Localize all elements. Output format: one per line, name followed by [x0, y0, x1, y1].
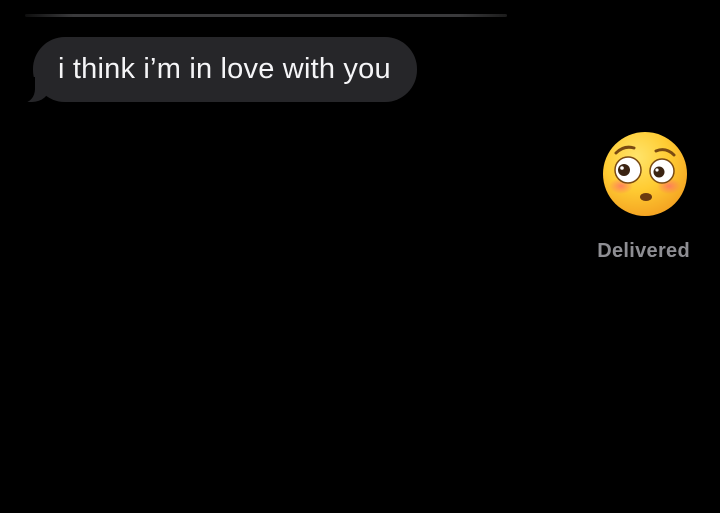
received-message-bubble[interactable]: i think i’m in love with you [19, 37, 417, 103]
top-divider [25, 14, 507, 17]
flushed-face-icon [603, 132, 687, 216]
delivered-status: Delivered [597, 240, 690, 262]
flushed-face-emoji-message[interactable] [602, 131, 688, 217]
message-text: i think i’m in love with you [58, 53, 391, 85]
